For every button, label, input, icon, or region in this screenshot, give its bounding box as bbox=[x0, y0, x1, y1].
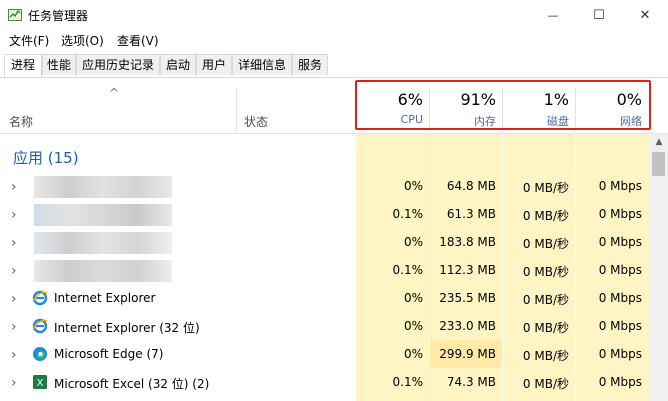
cpu-cell: 0% bbox=[403, 291, 423, 305]
internet-explorer-icon bbox=[32, 290, 48, 306]
cpu-cell: 0.1% bbox=[392, 207, 424, 221]
edge-icon bbox=[32, 346, 48, 362]
close-icon: ✕ bbox=[639, 7, 651, 23]
blurred-app-name bbox=[34, 232, 172, 254]
blurred-app-name bbox=[34, 260, 172, 282]
memory-cell: 235.5 MB bbox=[439, 291, 496, 305]
maximize-button[interactable]: ☐ bbox=[576, 0, 622, 30]
menu-view[interactable]: 查看(V) bbox=[117, 32, 159, 49]
chevron-right-icon[interactable]: › bbox=[11, 263, 17, 279]
column-divider bbox=[236, 88, 237, 132]
process-name: Microsoft Edge (7) bbox=[54, 347, 164, 361]
table-row[interactable]: › Internet Explorer 0% 235.5 MB 0 MB/秒 0 Mbps bbox=[0, 284, 650, 312]
disk-cell: 0 MB/秒 bbox=[522, 209, 569, 223]
blurred-app-name bbox=[34, 204, 172, 226]
memory-cell: 64.8 MB bbox=[446, 179, 496, 193]
task-manager-icon bbox=[8, 8, 22, 22]
menu-file[interactable]: 文件(F) bbox=[9, 32, 49, 49]
tab-processes[interactable]: 进程 bbox=[4, 54, 42, 77]
excel-icon: X bbox=[32, 374, 48, 390]
tab-services[interactable]: 服务 bbox=[292, 54, 328, 75]
memory-cell: 233.0 MB bbox=[439, 319, 496, 333]
tab-app-history[interactable]: 应用历史记录 bbox=[76, 54, 160, 75]
table-row[interactable]: › 0% 183.8 MB 0 MB/秒 0 Mbps bbox=[0, 228, 650, 256]
minimize-button[interactable]: — bbox=[530, 0, 576, 30]
tab-details[interactable]: 详细信息 bbox=[232, 54, 292, 75]
table-row[interactable]: › 0.1% 61.3 MB 0 MB/秒 0 Mbps bbox=[0, 200, 650, 228]
cpu-cell: 0% bbox=[403, 179, 423, 193]
table-row[interactable]: › X Microsoft Excel (32 位) (2) 0.1% 74.3 MB 0… bbox=[0, 368, 650, 396]
network-cell: 0 Mbps bbox=[598, 319, 642, 333]
cpu-cell: 0% bbox=[403, 347, 423, 361]
network-cell: 0 Mbps bbox=[598, 207, 642, 221]
disk-cell: 0 MB/秒 bbox=[522, 377, 569, 391]
network-cell: 0 Mbps bbox=[598, 179, 642, 193]
memory-cell: 112.3 MB bbox=[439, 263, 496, 277]
maximize-icon: ☐ bbox=[593, 7, 605, 23]
menu-options[interactable]: 选项(O) bbox=[61, 32, 104, 49]
chevron-right-icon[interactable]: › bbox=[11, 235, 17, 251]
chevron-right-icon[interactable]: › bbox=[11, 291, 17, 307]
disk-cell: 0 MB/秒 bbox=[522, 181, 569, 195]
chevron-right-icon[interactable]: › bbox=[11, 207, 17, 223]
memory-cell: 299.9 MB bbox=[439, 347, 496, 361]
disk-cell: 0 MB/秒 bbox=[522, 265, 569, 279]
chevron-right-icon[interactable]: › bbox=[11, 347, 17, 363]
memory-cell: 74.3 MB bbox=[446, 375, 496, 389]
network-cell: 0 Mbps bbox=[598, 291, 642, 305]
network-cell: 0 Mbps bbox=[598, 263, 642, 277]
table-row[interactable]: › 0% 64.8 MB 0 MB/秒 0 Mbps bbox=[0, 172, 650, 200]
disk-cell: 0 MB/秒 bbox=[522, 349, 569, 363]
chevron-right-icon[interactable]: › bbox=[11, 319, 17, 335]
network-cell: 0 Mbps bbox=[598, 235, 642, 249]
cpu-cell: 0% bbox=[403, 319, 423, 333]
cpu-cell: 0.1% bbox=[392, 263, 424, 277]
process-name: Internet Explorer bbox=[54, 291, 156, 305]
network-cell: 0 Mbps bbox=[598, 375, 642, 389]
memory-cell: 61.3 MB bbox=[446, 207, 496, 221]
cpu-cell: 0.1% bbox=[392, 375, 424, 389]
column-name-header[interactable]: 名称 bbox=[9, 113, 33, 130]
internet-explorer-icon bbox=[32, 318, 48, 334]
memory-cell: 183.8 MB bbox=[439, 235, 496, 249]
network-cell: 0 Mbps bbox=[598, 347, 642, 361]
scroll-up-icon[interactable]: ▲ bbox=[650, 134, 668, 150]
column-status-header[interactable]: 状态 bbox=[244, 113, 268, 130]
close-button[interactable]: ✕ bbox=[622, 0, 668, 30]
chevron-right-icon[interactable]: › bbox=[11, 375, 17, 391]
apps-group-title[interactable]: 应用 (15) bbox=[13, 147, 79, 168]
window-title: 任务管理器 bbox=[28, 9, 89, 23]
minimize-icon: — bbox=[547, 8, 559, 22]
disk-cell: 0 MB/秒 bbox=[522, 293, 569, 307]
sort-indicator-icon: ^ bbox=[109, 86, 120, 100]
cpu-cell: 0% bbox=[403, 235, 423, 249]
chevron-right-icon[interactable]: › bbox=[11, 179, 17, 195]
process-name: Microsoft Excel (32 位) (2) bbox=[54, 377, 210, 391]
blurred-app-name bbox=[34, 176, 172, 198]
table-row[interactable]: › Internet Explorer (32 位) 0% 233.0 MB 0 MB/… bbox=[0, 312, 650, 340]
table-row[interactable]: › Microsoft Edge (7) 0% 299.9 MB 0 MB/秒 0 Mbp… bbox=[0, 340, 650, 368]
highlight-box bbox=[355, 80, 651, 130]
process-name: Internet Explorer (32 位) bbox=[54, 321, 200, 335]
table-row[interactable]: › 0.1% 112.3 MB 0 MB/秒 0 Mbps bbox=[0, 256, 650, 284]
disk-cell: 0 MB/秒 bbox=[522, 237, 569, 251]
scrollbar-thumb[interactable] bbox=[652, 152, 665, 176]
tab-users[interactable]: 用户 bbox=[196, 54, 232, 75]
tab-performance[interactable]: 性能 bbox=[42, 54, 76, 75]
tab-startup[interactable]: 启动 bbox=[160, 54, 196, 75]
svg-text:X: X bbox=[37, 378, 44, 389]
disk-cell: 0 MB/秒 bbox=[522, 321, 569, 335]
